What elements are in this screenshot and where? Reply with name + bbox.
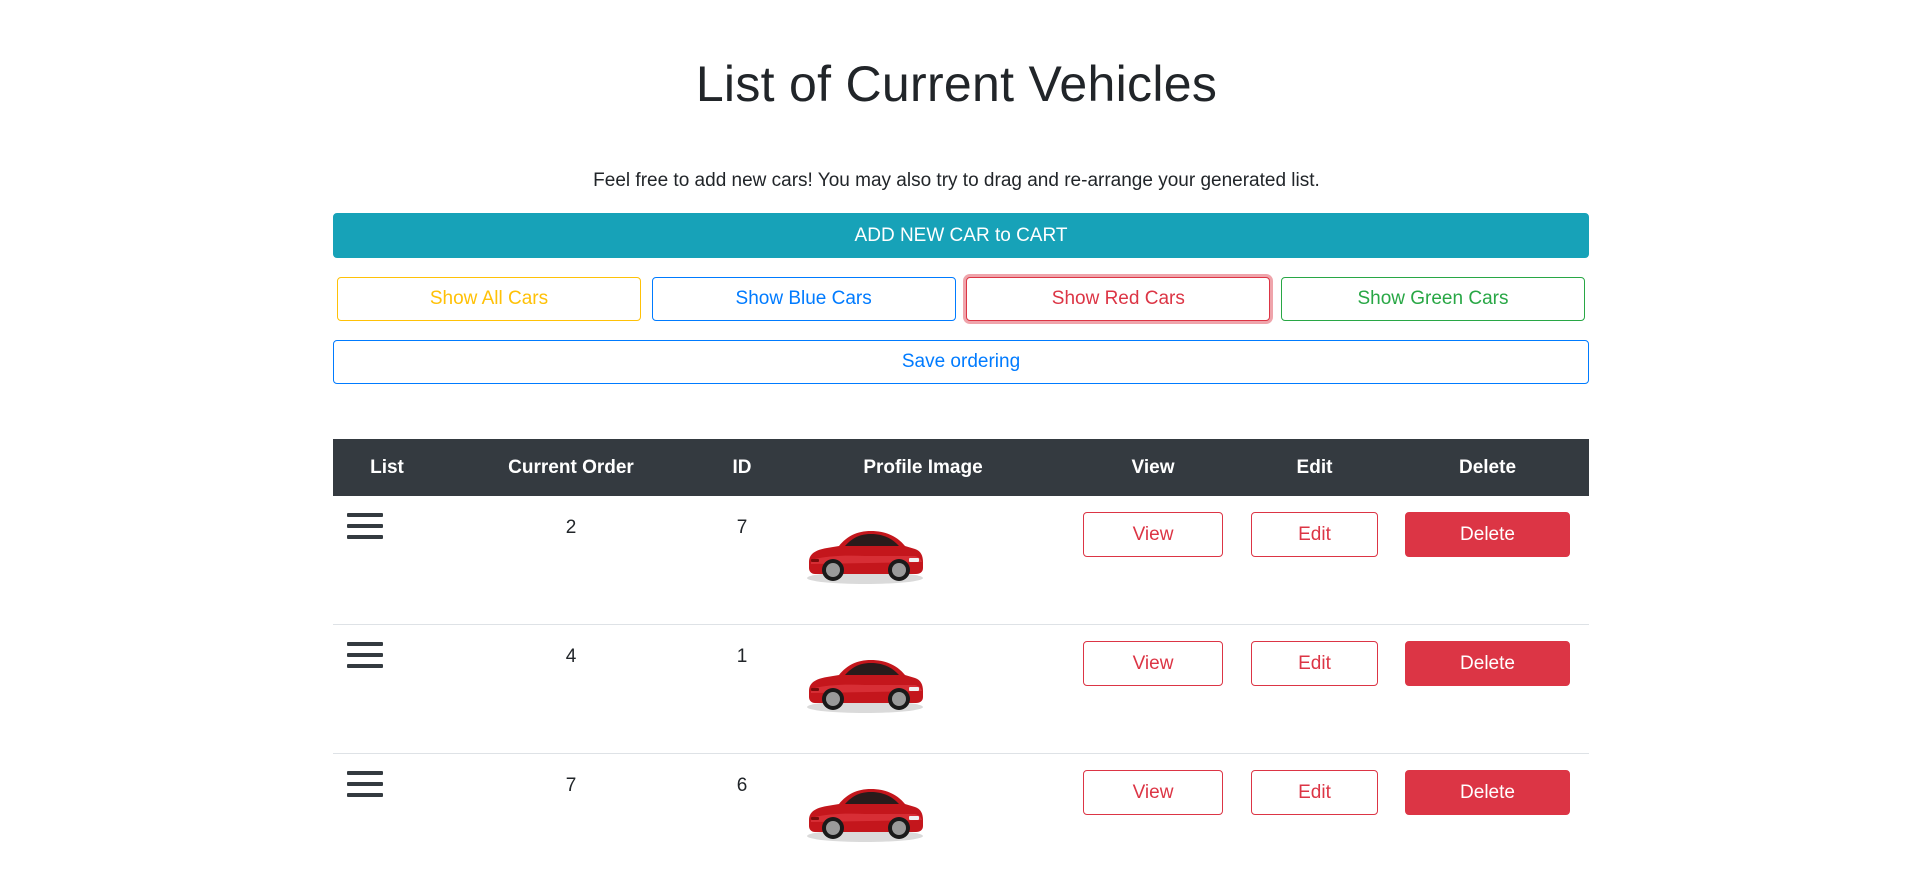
table-row: 2 7 View Edit Delete [333,496,1589,625]
show-red-cars-button[interactable]: Show Red Cars [966,277,1271,321]
id-cell: 6 [701,753,783,875]
red-car-icon [805,518,925,586]
header-profile-image: Profile Image [783,439,1063,496]
delete-cell: Delete [1386,753,1589,875]
view-button[interactable]: View [1083,512,1223,557]
show-green-cars-button[interactable]: Show Green Cars [1280,277,1585,321]
drag-cell [333,496,441,625]
delete-button[interactable]: Delete [1405,641,1570,686]
view-button[interactable]: View [1083,770,1223,815]
save-ordering-button[interactable]: Save ordering [333,340,1589,384]
profile-image-cell [783,624,1063,754]
profile-image-cell [783,753,1063,875]
header-view: View [1063,439,1243,496]
filter-buttons: Show All Cars Show Blue Cars Show Red Ca… [337,277,1585,321]
id-cell: 1 [701,624,783,754]
header-current-order: Current Order [441,439,701,496]
show-blue-cars-button[interactable]: Show Blue Cars [651,277,956,321]
view-cell: View [1063,753,1243,875]
drag-handle-icon[interactable] [347,771,383,797]
drag-handle-icon[interactable] [347,513,383,539]
page-title: List of Current Vehicles [695,56,1218,112]
view-cell: View [1063,624,1243,754]
edit-cell: Edit [1243,753,1386,875]
drag-handle-icon[interactable] [347,642,383,668]
delete-cell: Delete [1386,624,1589,754]
current-order-cell: 7 [441,753,701,875]
edit-cell: Edit [1243,624,1386,754]
id-cell: 7 [736,517,748,538]
view-cell: View [1063,496,1243,625]
header-edit: Edit [1243,439,1386,496]
show-all-cars-button[interactable]: Show All Cars [337,277,641,321]
delete-button[interactable]: Delete [1405,770,1570,815]
drag-cell [333,624,441,754]
profile-image-cell [783,496,1063,625]
header-list: List [333,439,441,496]
current-order-cell: 4 [441,624,701,754]
delete-cell: Delete [1386,496,1589,625]
table-row: 4 1 View Edit Delete [333,624,1589,754]
red-car-icon [805,647,925,715]
vehicles-table: List Current Order ID Profile Image View… [333,439,1589,875]
current-order-cell: 2 [565,517,577,538]
add-new-car-button[interactable]: ADD NEW CAR to CART [333,213,1589,258]
edit-cell: Edit [1243,496,1386,625]
header-delete: Delete [1386,439,1589,496]
page-subtitle: Feel free to add new cars! You may also … [593,170,1320,191]
drag-cell [333,753,441,875]
red-car-icon [805,776,925,844]
edit-button[interactable]: Edit [1251,770,1378,815]
header-id: ID [701,439,783,496]
page: List of Current Vehicles Feel free to ad… [0,0,1913,875]
edit-button[interactable]: Edit [1251,641,1378,686]
table-header-row: List Current Order ID Profile Image View… [333,439,1589,496]
delete-button[interactable]: Delete [1405,512,1570,557]
table-row: 7 6 View Edit Delete [333,753,1589,875]
edit-button[interactable]: Edit [1251,512,1378,557]
view-button[interactable]: View [1083,641,1223,686]
